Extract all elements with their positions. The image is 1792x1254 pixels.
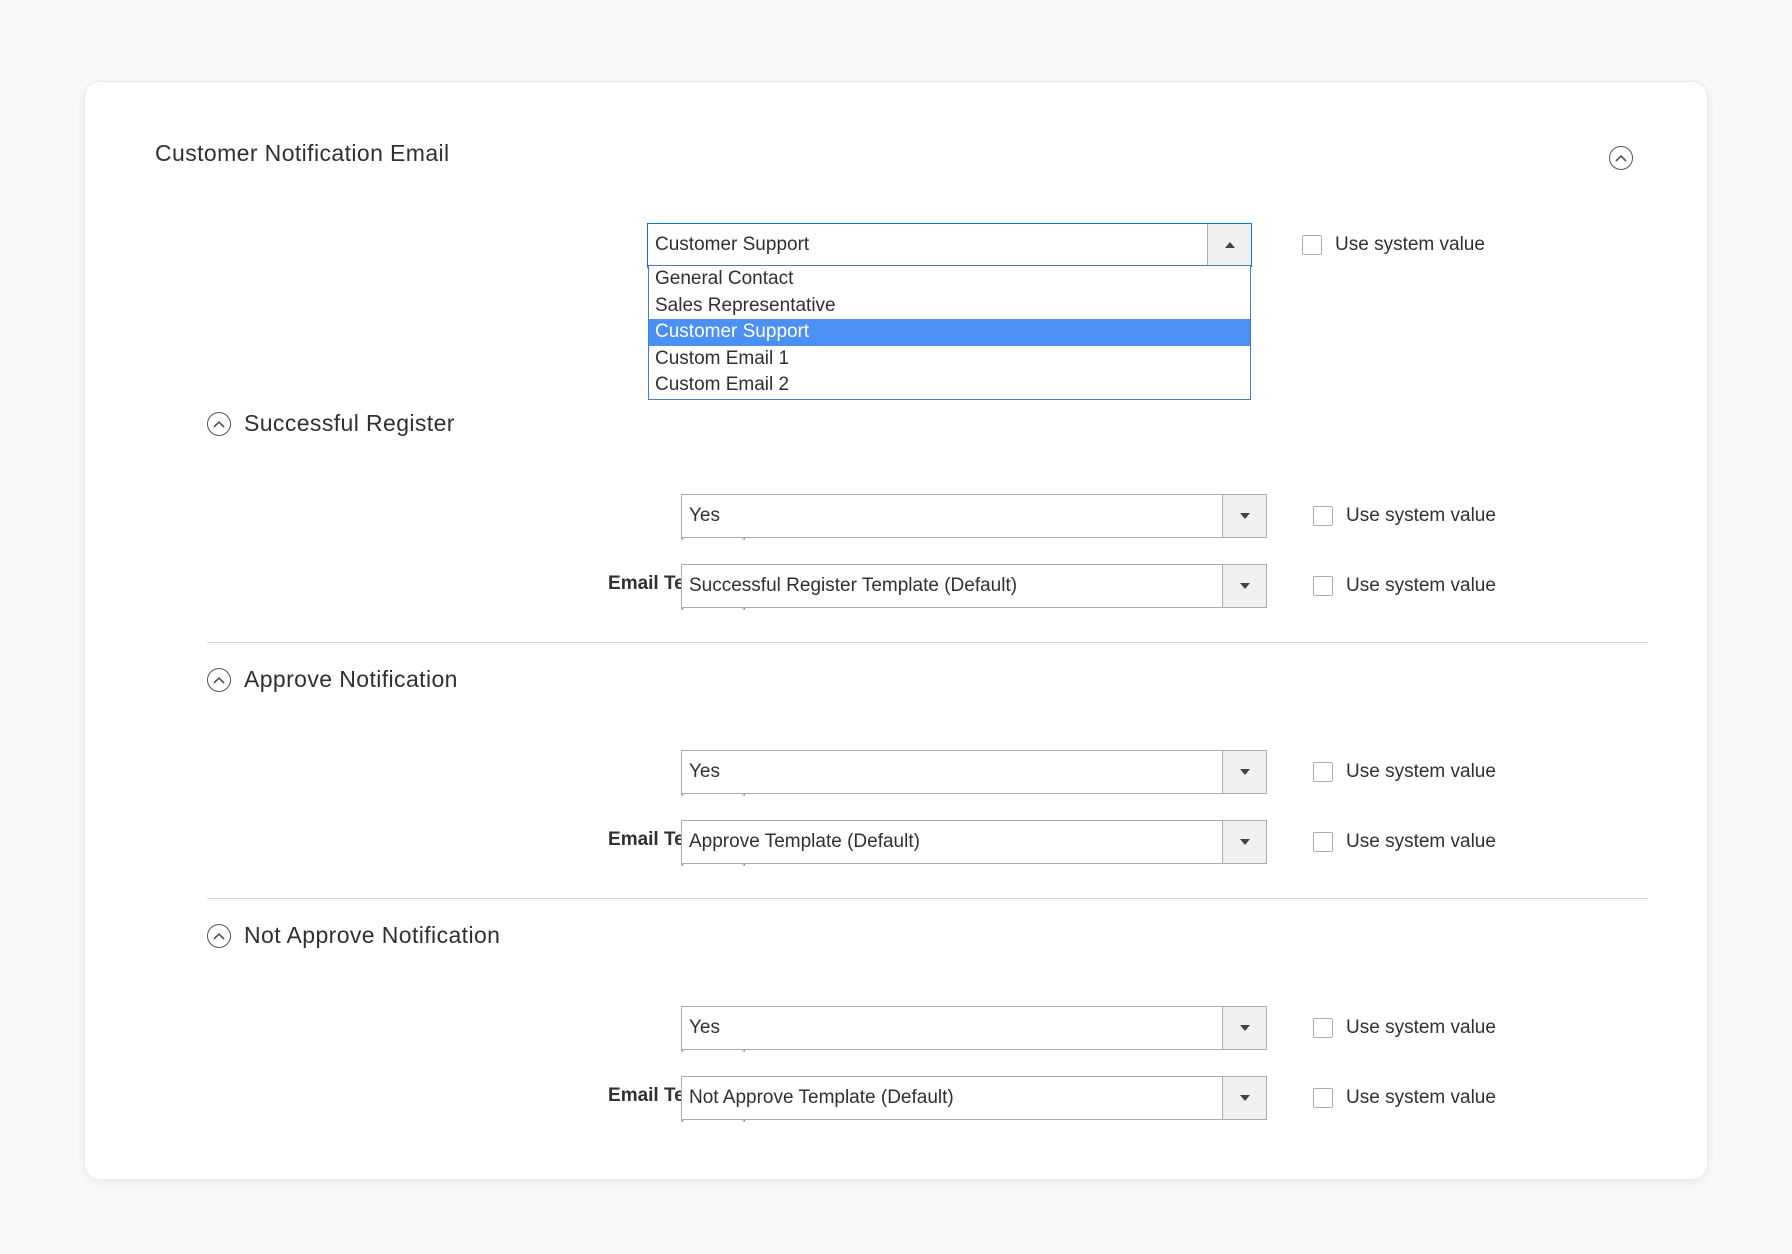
use-system-label: Use system value	[1346, 1017, 1496, 1038]
email-template-use-system-value[interactable]: Use system value	[1313, 564, 1496, 608]
use-system-label: Use system value	[1346, 575, 1496, 596]
sender-use-system-checkbox[interactable]	[1302, 235, 1322, 255]
enable-select[interactable]: Yes	[681, 494, 1267, 538]
section-divider	[207, 642, 1648, 643]
email-template-select[interactable]: Successful Register Template (Default)	[681, 564, 1267, 608]
email-template-use-system-value[interactable]: Use system value	[1313, 820, 1496, 864]
dropdown-option-selected[interactable]: Customer Support	[649, 319, 1250, 346]
section-successful-register[interactable]: Successful Register	[207, 410, 455, 437]
chevron-up-circle-icon[interactable]	[207, 667, 231, 692]
email-template-select-value: Approve Template (Default)	[689, 831, 920, 852]
sender-dropdown-list[interactable]: General Contact Sales Representative Cus…	[648, 265, 1251, 400]
email-template-select-value: Not Approve Template (Default)	[689, 1087, 954, 1108]
enable-select[interactable]: Yes	[681, 750, 1267, 794]
chevron-up-circle-icon[interactable]	[207, 923, 231, 948]
use-system-label: Use system value	[1346, 761, 1496, 782]
section-title: Approve Notification	[244, 666, 458, 692]
use-system-label: Use system value	[1346, 505, 1496, 526]
dropdown-option[interactable]: Custom Email 1	[649, 346, 1250, 373]
sender-use-system-value[interactable]: Use system value	[1302, 223, 1485, 267]
caret-down-icon[interactable]	[1222, 565, 1266, 607]
sender-use-system-label: Use system value	[1335, 234, 1485, 255]
sender-select-value: Customer Support	[655, 234, 810, 255]
email-template-select-value: Successful Register Template (Default)	[689, 575, 1018, 596]
use-system-checkbox[interactable]	[1313, 832, 1333, 852]
use-system-checkbox[interactable]	[1313, 1088, 1333, 1108]
section-title: Not Approve Notification	[244, 922, 501, 948]
caret-down-icon[interactable]	[1222, 751, 1266, 793]
enable-select-value: Yes	[689, 1017, 720, 1038]
use-system-checkbox[interactable]	[1313, 762, 1333, 782]
caret-down-icon[interactable]	[1222, 821, 1266, 863]
section-title: Successful Register	[244, 410, 455, 436]
use-system-checkbox[interactable]	[1313, 576, 1333, 596]
card-title: Customer Notification Email	[155, 140, 450, 166]
use-system-checkbox[interactable]	[1313, 1018, 1333, 1038]
email-template-select[interactable]: Not Approve Template (Default)	[681, 1076, 1267, 1120]
enable-select[interactable]: Yes	[681, 1006, 1267, 1050]
customer-notification-email-card: Customer Notification Email Sender [stor…	[84, 81, 1708, 1180]
chevron-up-circle-icon[interactable]	[207, 411, 231, 436]
enable-use-system-value[interactable]: Use system value	[1313, 750, 1496, 794]
email-template-use-system-value[interactable]: Use system value	[1313, 1076, 1496, 1120]
section-divider	[207, 898, 1648, 899]
section-not-approve-notification[interactable]: Not Approve Notification	[207, 922, 500, 949]
enable-use-system-value[interactable]: Use system value	[1313, 1006, 1496, 1050]
enable-select-value: Yes	[689, 505, 720, 526]
use-system-label: Use system value	[1346, 831, 1496, 852]
dropdown-option[interactable]: General Contact	[649, 266, 1250, 293]
caret-down-icon[interactable]	[1222, 1007, 1266, 1049]
use-system-checkbox[interactable]	[1313, 506, 1333, 526]
sender-select[interactable]: Customer Support	[647, 223, 1252, 267]
dropdown-option[interactable]: Custom Email 2	[649, 372, 1250, 399]
caret-up-icon[interactable]	[1207, 224, 1251, 266]
collapse-card-icon[interactable]	[1609, 146, 1633, 170]
caret-down-icon[interactable]	[1222, 1077, 1266, 1119]
caret-down-icon[interactable]	[1222, 495, 1266, 537]
enable-use-system-value[interactable]: Use system value	[1313, 494, 1496, 538]
email-template-select[interactable]: Approve Template (Default)	[681, 820, 1267, 864]
use-system-label: Use system value	[1346, 1087, 1496, 1108]
enable-select-value: Yes	[689, 761, 720, 782]
section-approve-notification[interactable]: Approve Notification	[207, 666, 458, 693]
dropdown-option[interactable]: Sales Representative	[649, 293, 1250, 320]
